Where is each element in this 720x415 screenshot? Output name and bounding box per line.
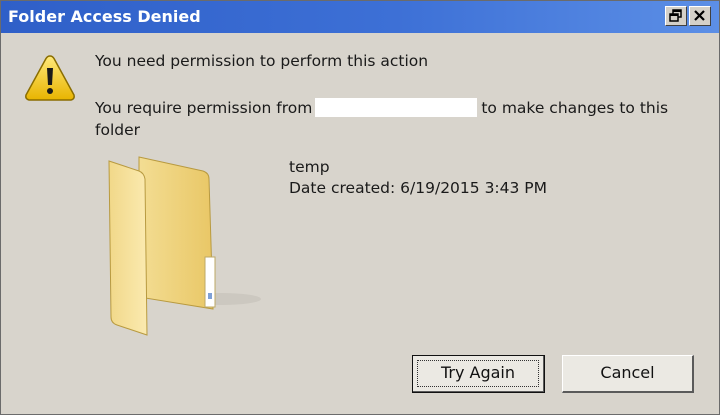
cancel-button[interactable]: Cancel xyxy=(562,355,694,393)
try-again-button[interactable]: Try Again xyxy=(412,355,545,393)
title-bar[interactable]: Folder Access Denied xyxy=(1,1,719,33)
close-button[interactable] xyxy=(689,6,711,26)
folder-date-created: Date created: 6/19/2015 3:43 PM xyxy=(289,179,548,197)
folder-access-denied-dialog: Folder Access Denied You need permission… xyxy=(0,0,720,415)
redacted-owner xyxy=(315,98,478,117)
window-title: Folder Access Denied xyxy=(8,7,201,26)
permission-detail-before: You require permission from xyxy=(95,99,313,117)
folder-icon xyxy=(108,156,261,336)
folder-name: temp xyxy=(289,158,330,176)
focus-rectangle xyxy=(417,360,539,387)
restore-icon xyxy=(669,9,682,22)
permission-detail: You require permission from to make chang… xyxy=(95,97,695,141)
warning-icon xyxy=(25,55,75,101)
permission-headline: You need permission to perform this acti… xyxy=(95,52,429,70)
cancel-label: Cancel xyxy=(600,363,655,382)
restore-button[interactable] xyxy=(665,6,687,26)
close-icon xyxy=(694,10,705,21)
